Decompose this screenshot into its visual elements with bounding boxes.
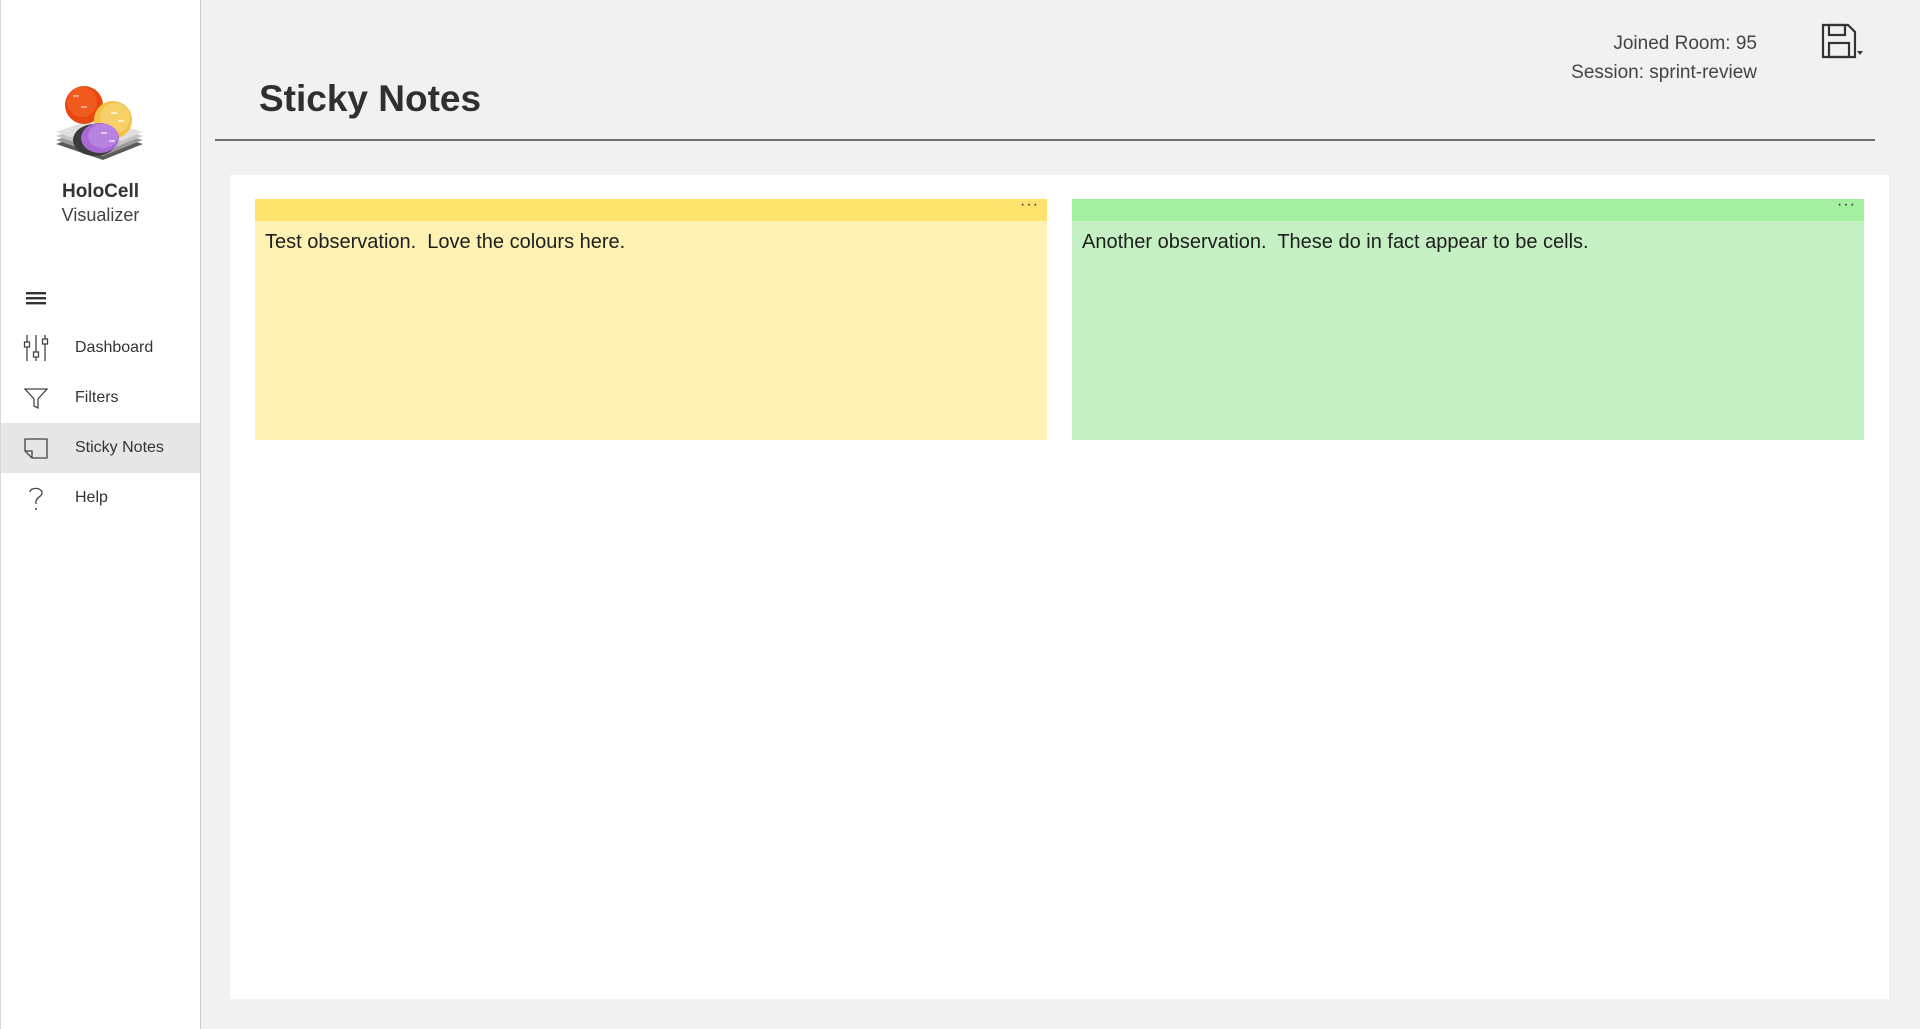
holocell-logo — [56, 86, 143, 160]
more-options-icon[interactable]: ··· — [1833, 196, 1860, 214]
sticky-note[interactable]: ··· Another observation. These do in fac… — [1072, 196, 1864, 440]
more-options-icon[interactable]: ··· — [1016, 196, 1043, 214]
app-window: HoloCell Visualizer Dashboard Filters St… — [0, 0, 1920, 1029]
note-header-bar[interactable]: ··· — [255, 196, 1047, 221]
sidebar-item-label: Help — [75, 489, 108, 506]
sidebar-nav: Dashboard Filters Sticky Notes Help — [1, 323, 200, 523]
notes-board: ··· Test observation. Love the colours h… — [230, 175, 1889, 999]
app-subtitle: Visualizer — [61, 205, 140, 225]
session-info: Joined Room: 95 Session: sprint-review — [1571, 29, 1757, 87]
app-name: HoloCell — [61, 181, 140, 202]
question-icon — [23, 484, 49, 512]
note-header-bar[interactable]: ··· — [1072, 196, 1864, 221]
sidebar-item-label: Dashboard — [75, 339, 154, 356]
joined-room-label: Joined Room: 95 — [1613, 33, 1757, 54]
note-text[interactable]: Test observation. Love the colours here. — [255, 221, 1047, 440]
header-divider — [215, 139, 1875, 141]
sticky-note[interactable]: ··· Test observation. Love the colours h… — [255, 196, 1047, 440]
save-icon[interactable] — [1820, 22, 1866, 62]
note-text[interactable]: Another observation. These do in fact ap… — [1072, 221, 1864, 440]
sidebar-item-help[interactable]: Help — [1, 473, 200, 523]
sticky-note-icon — [23, 434, 49, 462]
session-label: Session: sprint-review — [1571, 62, 1757, 83]
sidebar-item-filters[interactable]: Filters — [1, 373, 200, 423]
sidebar: HoloCell Visualizer Dashboard Filters St… — [0, 0, 201, 1029]
sidebar-item-label: Sticky Notes — [75, 439, 164, 456]
sliders-icon — [23, 334, 49, 362]
page-title: Sticky Notes — [259, 78, 482, 119]
sidebar-item-sticky-notes[interactable]: Sticky Notes — [1, 423, 200, 473]
filter-icon — [23, 384, 49, 412]
hamburger-menu-icon[interactable] — [23, 286, 51, 310]
sidebar-item-label: Filters — [75, 389, 119, 406]
sidebar-item-dashboard[interactable]: Dashboard — [1, 323, 200, 373]
